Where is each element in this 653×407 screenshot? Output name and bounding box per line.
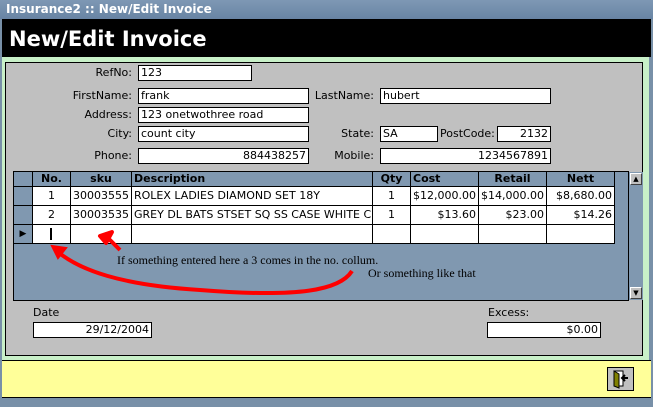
red-arrow-annotations: [50, 230, 354, 296]
excess-label: Excess:: [488, 306, 530, 319]
exit-button[interactable]: [607, 367, 634, 391]
exit-door-icon: [613, 370, 628, 389]
annotation-arrow-to-sku: [98, 230, 122, 252]
annotation-note-1: If something entered here a 3 comes in t…: [117, 253, 379, 267]
footer-bar: [2, 360, 651, 398]
annotation-note-2: Or something like that: [368, 266, 476, 280]
date-label: Date: [33, 306, 60, 319]
date-field[interactable]: 29/12/2004: [33, 322, 152, 338]
excess-field[interactable]: $0.00: [487, 322, 601, 338]
